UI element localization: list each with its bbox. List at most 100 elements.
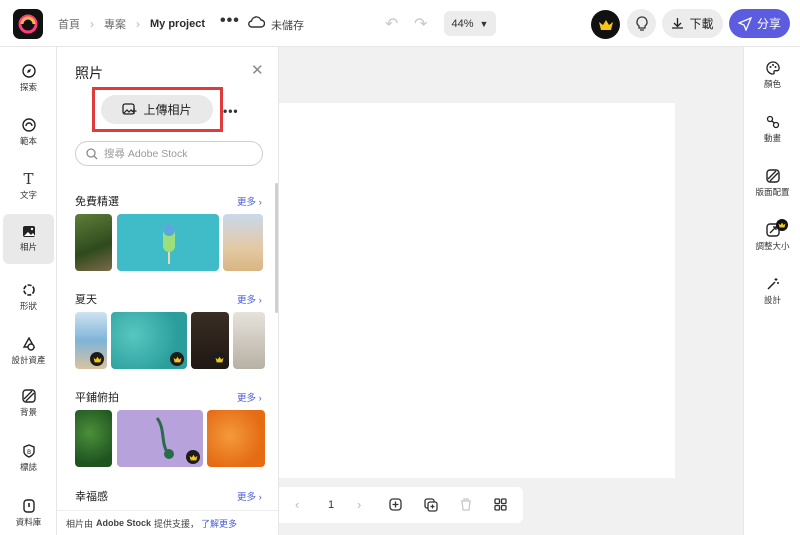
templates-icon xyxy=(21,117,36,132)
share-label: 分享 xyxy=(756,17,781,31)
rail-label: 形狀 xyxy=(19,300,37,311)
page-number: 1 xyxy=(328,499,335,511)
tips-button[interactable] xyxy=(627,9,656,38)
section-more-link[interactable]: 更多 › xyxy=(237,194,262,208)
footer-brand: Adobe Stock xyxy=(96,518,152,528)
photo-thumbnail[interactable] xyxy=(223,214,263,271)
adobe-express-logo[interactable] xyxy=(13,9,43,39)
right-rail: 顏色 動畫 版面配置 調整大小 設計 xyxy=(743,47,800,535)
top-bar: 首頁 › 專案 › My project ••• 未儲存 ↶ ↷ 44% ▼ 下… xyxy=(0,0,800,47)
rail-label: 調整大小 xyxy=(755,241,790,251)
prev-page-icon[interactable]: ‹ xyxy=(295,497,299,512)
rail-label: 資料庫 xyxy=(15,516,42,527)
undo-icon[interactable]: ↶ xyxy=(385,14,398,34)
breadcrumb-projects[interactable]: 專案 xyxy=(104,16,126,32)
photo-thumbnail[interactable] xyxy=(75,410,112,467)
rail-label: 顏色 xyxy=(763,79,781,89)
premium-crown-icon xyxy=(776,219,788,231)
premium-crown-icon xyxy=(212,352,226,366)
rail-label: 設計 xyxy=(763,295,781,305)
rail-item-background[interactable]: 背景 xyxy=(3,378,54,428)
section-title: 幸福感 xyxy=(75,491,108,503)
photo-thumbnail[interactable] xyxy=(233,312,265,369)
more-options-button[interactable]: ••• xyxy=(223,104,239,118)
premium-crown-icon xyxy=(186,450,200,464)
rail-item-resize[interactable]: 調整大小 xyxy=(744,219,800,252)
learn-more-link[interactable]: 了解更多 xyxy=(201,517,237,530)
section-more-link[interactable]: 更多 › xyxy=(237,489,262,503)
premium-crown-icon xyxy=(170,352,184,366)
premium-button[interactable] xyxy=(591,10,620,39)
add-page-icon[interactable] xyxy=(389,498,402,514)
zoom-value: 44% xyxy=(451,17,474,30)
background-icon xyxy=(21,388,36,403)
brand-icon: B xyxy=(22,443,35,458)
more-options-button[interactable]: ••• xyxy=(220,12,240,30)
section-title: 免費精選 xyxy=(75,196,119,208)
rail-label: 探索 xyxy=(19,81,37,92)
rail-label: 範本 xyxy=(19,135,37,146)
photo-thumbnail[interactable] xyxy=(191,312,229,369)
left-rail: 探索 範本 T 文字 相片 形狀 設計資產 背景 B 標誌 資料庫 xyxy=(0,47,57,535)
rail-item-colors[interactable]: 顏色 xyxy=(744,61,800,90)
premium-crown-icon xyxy=(90,352,104,366)
chevron-right-icon: › xyxy=(90,17,94,31)
upload-label: 上傳相片 xyxy=(143,103,192,117)
section-more-link[interactable]: 更多 › xyxy=(237,292,262,306)
photo-thumbnail[interactable] xyxy=(75,214,112,271)
download-label: 下載 xyxy=(689,17,714,31)
photo-thumbnail[interactable] xyxy=(117,214,219,271)
page-toolbar: ‹ 1 › xyxy=(279,487,523,523)
rail-item-text[interactable]: T 文字 xyxy=(3,161,54,211)
photo-thumbnail[interactable] xyxy=(117,410,203,467)
lightbulb-icon xyxy=(635,15,648,31)
layout-icon xyxy=(765,169,780,183)
rail-item-templates[interactable]: 範本 xyxy=(3,107,54,157)
rail-item-layout[interactable]: 版面配置 xyxy=(744,169,800,198)
breadcrumb: 首頁 › 專案 › My project xyxy=(58,16,205,32)
upload-photo-button[interactable]: 上傳相片 xyxy=(101,95,213,124)
stock-search-input[interactable]: 搜尋 Adobe Stock xyxy=(75,141,263,166)
duplicate-page-icon[interactable] xyxy=(424,498,438,515)
animation-icon xyxy=(766,115,779,129)
section-title: 夏天 xyxy=(75,294,97,306)
rail-item-library[interactable]: 資料庫 xyxy=(3,488,54,535)
grid-view-icon[interactable] xyxy=(494,498,507,514)
breadcrumb-home[interactable]: 首頁 xyxy=(58,16,80,32)
rail-item-explore[interactable]: 探索 xyxy=(3,53,54,103)
rail-item-design[interactable]: 設計 xyxy=(744,277,800,306)
photo-thumbnail[interactable] xyxy=(75,312,107,369)
panel-title: 照片 xyxy=(75,65,103,81)
rail-item-design-assets[interactable]: 設計資產 xyxy=(3,326,54,376)
rail-item-animation[interactable]: 動畫 xyxy=(744,115,800,144)
design-canvas[interactable] xyxy=(279,103,675,478)
delete-page-icon[interactable] xyxy=(460,498,472,514)
photo-thumbnail[interactable] xyxy=(111,312,187,369)
rail-item-photos[interactable]: 相片 xyxy=(3,214,54,264)
download-button[interactable]: 下載 xyxy=(662,9,723,38)
section-more-link[interactable]: 更多 › xyxy=(237,390,262,404)
svg-text:B: B xyxy=(27,449,31,456)
share-button[interactable]: 分享 xyxy=(729,9,790,38)
rail-item-brand[interactable]: B 標誌 xyxy=(3,433,54,483)
chevron-right-icon: › xyxy=(136,17,140,31)
redo-icon[interactable]: ↷ xyxy=(414,14,427,34)
section-title: 平鋪俯拍 xyxy=(75,392,119,404)
shapes-icon xyxy=(22,283,35,296)
close-icon[interactable]: ✕ xyxy=(251,63,264,78)
next-page-icon[interactable]: › xyxy=(357,497,361,512)
rail-label: 文字 xyxy=(19,189,37,200)
upload-image-icon xyxy=(122,103,137,115)
photo-icon xyxy=(22,226,35,237)
photo-thumbnail[interactable] xyxy=(207,410,265,467)
project-name[interactable]: My project xyxy=(150,18,205,30)
stock-footer: 相片由 Adobe Stock 提供支援， 了解更多 xyxy=(57,510,278,535)
zoom-dropdown[interactable]: 44% ▼ xyxy=(444,11,496,36)
send-icon xyxy=(737,16,752,31)
rail-item-shapes[interactable]: 形狀 xyxy=(3,272,54,322)
search-placeholder: 搜尋 Adobe Stock xyxy=(104,148,188,160)
search-icon xyxy=(86,147,98,159)
magic-wand-icon xyxy=(766,278,779,290)
rail-label: 背景 xyxy=(19,406,37,417)
panel-scrollbar[interactable] xyxy=(275,183,278,313)
